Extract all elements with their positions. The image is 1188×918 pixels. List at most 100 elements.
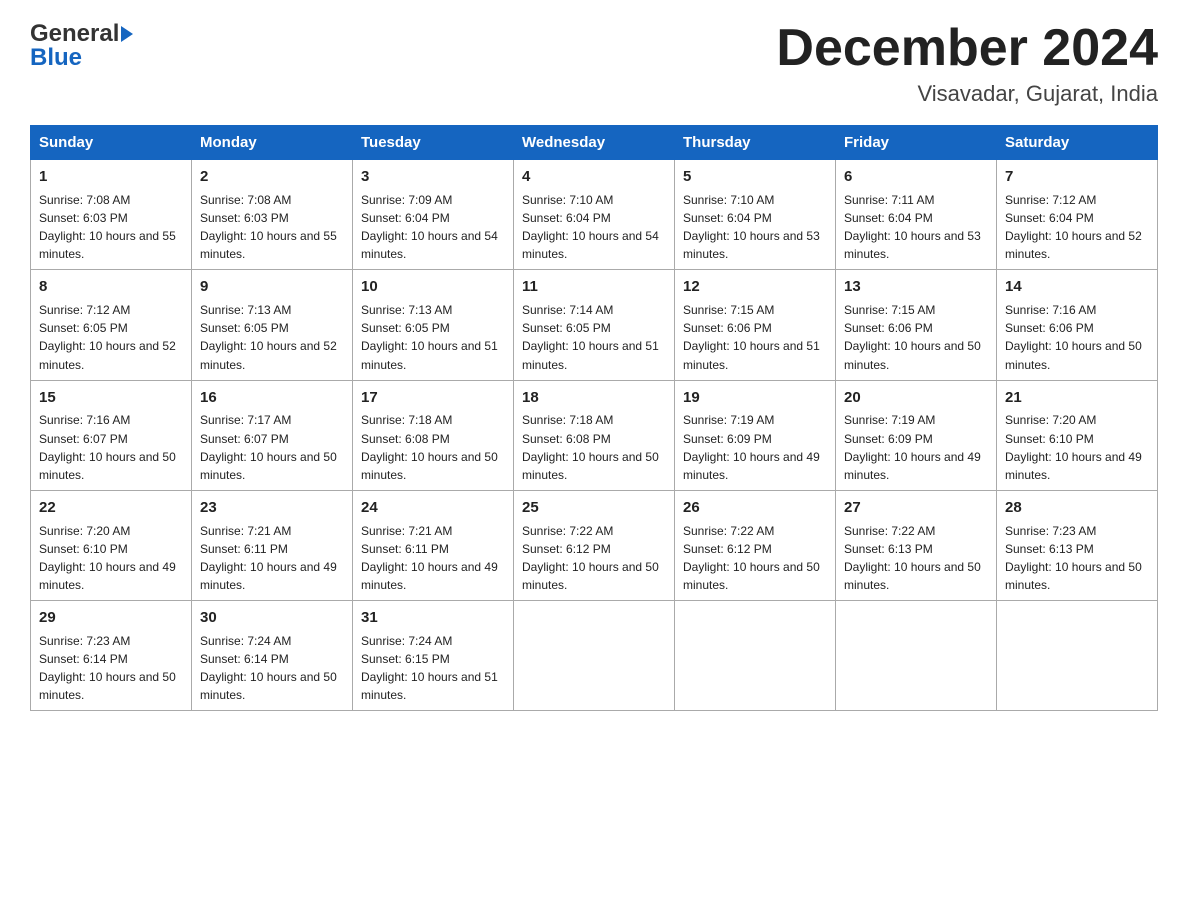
day-number: 15 xyxy=(39,387,183,409)
calendar-header: SundayMondayTuesdayWednesdayThursdayFrid… xyxy=(31,126,1158,160)
day-info: Sunrise: 7:20 AMSunset: 6:10 PMDaylight:… xyxy=(39,524,176,592)
day-info: Sunrise: 7:19 AMSunset: 6:09 PMDaylight:… xyxy=(844,413,981,481)
calendar-week-5: 29 Sunrise: 7:23 AMSunset: 6:14 PMDaylig… xyxy=(31,601,1158,711)
calendar-cell: 29 Sunrise: 7:23 AMSunset: 6:14 PMDaylig… xyxy=(31,601,192,711)
calendar-cell: 14 Sunrise: 7:16 AMSunset: 6:06 PMDaylig… xyxy=(997,270,1158,380)
day-info: Sunrise: 7:08 AMSunset: 6:03 PMDaylight:… xyxy=(39,193,176,261)
calendar-week-4: 22 Sunrise: 7:20 AMSunset: 6:10 PMDaylig… xyxy=(31,490,1158,600)
day-info: Sunrise: 7:24 AMSunset: 6:14 PMDaylight:… xyxy=(200,634,337,702)
day-number: 19 xyxy=(683,387,827,409)
header-cell-wednesday: Wednesday xyxy=(514,126,675,160)
header-cell-tuesday: Tuesday xyxy=(353,126,514,160)
calendar-cell: 17 Sunrise: 7:18 AMSunset: 6:08 PMDaylig… xyxy=(353,380,514,490)
day-info: Sunrise: 7:12 AMSunset: 6:04 PMDaylight:… xyxy=(1005,193,1142,261)
month-title: December 2024 xyxy=(776,20,1158,77)
day-info: Sunrise: 7:13 AMSunset: 6:05 PMDaylight:… xyxy=(200,303,337,371)
calendar-cell: 31 Sunrise: 7:24 AMSunset: 6:15 PMDaylig… xyxy=(353,601,514,711)
day-info: Sunrise: 7:20 AMSunset: 6:10 PMDaylight:… xyxy=(1005,413,1142,481)
calendar-cell: 6 Sunrise: 7:11 AMSunset: 6:04 PMDayligh… xyxy=(836,160,997,270)
day-info: Sunrise: 7:08 AMSunset: 6:03 PMDaylight:… xyxy=(200,193,337,261)
day-number: 24 xyxy=(361,497,505,519)
calendar-cell: 13 Sunrise: 7:15 AMSunset: 6:06 PMDaylig… xyxy=(836,270,997,380)
day-info: Sunrise: 7:23 AMSunset: 6:13 PMDaylight:… xyxy=(1005,524,1142,592)
calendar-cell xyxy=(514,601,675,711)
day-info: Sunrise: 7:24 AMSunset: 6:15 PMDaylight:… xyxy=(361,634,498,702)
day-number: 28 xyxy=(1005,497,1149,519)
calendar-cell: 5 Sunrise: 7:10 AMSunset: 6:04 PMDayligh… xyxy=(675,160,836,270)
page-header: General Blue December 2024 Visavadar, Gu… xyxy=(30,20,1158,107)
day-number: 8 xyxy=(39,276,183,298)
header-row: SundayMondayTuesdayWednesdayThursdayFrid… xyxy=(31,126,1158,160)
day-number: 13 xyxy=(844,276,988,298)
day-number: 18 xyxy=(522,387,666,409)
day-info: Sunrise: 7:10 AMSunset: 6:04 PMDaylight:… xyxy=(683,193,820,261)
day-number: 22 xyxy=(39,497,183,519)
day-number: 17 xyxy=(361,387,505,409)
day-info: Sunrise: 7:11 AMSunset: 6:04 PMDaylight:… xyxy=(844,193,981,261)
calendar-table: SundayMondayTuesdayWednesdayThursdayFrid… xyxy=(30,125,1158,711)
header-cell-monday: Monday xyxy=(192,126,353,160)
day-number: 3 xyxy=(361,166,505,188)
calendar-cell: 4 Sunrise: 7:10 AMSunset: 6:04 PMDayligh… xyxy=(514,160,675,270)
day-info: Sunrise: 7:21 AMSunset: 6:11 PMDaylight:… xyxy=(361,524,498,592)
calendar-cell: 23 Sunrise: 7:21 AMSunset: 6:11 PMDaylig… xyxy=(192,490,353,600)
day-info: Sunrise: 7:12 AMSunset: 6:05 PMDaylight:… xyxy=(39,303,176,371)
header-cell-friday: Friday xyxy=(836,126,997,160)
day-number: 14 xyxy=(1005,276,1149,298)
calendar-cell: 20 Sunrise: 7:19 AMSunset: 6:09 PMDaylig… xyxy=(836,380,997,490)
logo: General Blue xyxy=(30,20,135,72)
day-info: Sunrise: 7:10 AMSunset: 6:04 PMDaylight:… xyxy=(522,193,659,261)
calendar-cell: 19 Sunrise: 7:19 AMSunset: 6:09 PMDaylig… xyxy=(675,380,836,490)
calendar-cell: 15 Sunrise: 7:16 AMSunset: 6:07 PMDaylig… xyxy=(31,380,192,490)
day-number: 23 xyxy=(200,497,344,519)
day-info: Sunrise: 7:22 AMSunset: 6:12 PMDaylight:… xyxy=(683,524,820,592)
logo-arrow-icon xyxy=(121,26,133,42)
day-number: 30 xyxy=(200,607,344,629)
calendar-cell: 9 Sunrise: 7:13 AMSunset: 6:05 PMDayligh… xyxy=(192,270,353,380)
day-number: 11 xyxy=(522,276,666,298)
day-number: 7 xyxy=(1005,166,1149,188)
day-info: Sunrise: 7:23 AMSunset: 6:14 PMDaylight:… xyxy=(39,634,176,702)
day-number: 25 xyxy=(522,497,666,519)
calendar-week-2: 8 Sunrise: 7:12 AMSunset: 6:05 PMDayligh… xyxy=(31,270,1158,380)
day-info: Sunrise: 7:13 AMSunset: 6:05 PMDaylight:… xyxy=(361,303,498,371)
day-info: Sunrise: 7:21 AMSunset: 6:11 PMDaylight:… xyxy=(200,524,337,592)
day-number: 16 xyxy=(200,387,344,409)
calendar-cell: 8 Sunrise: 7:12 AMSunset: 6:05 PMDayligh… xyxy=(31,270,192,380)
calendar-cell xyxy=(836,601,997,711)
day-number: 9 xyxy=(200,276,344,298)
calendar-cell: 24 Sunrise: 7:21 AMSunset: 6:11 PMDaylig… xyxy=(353,490,514,600)
header-cell-sunday: Sunday xyxy=(31,126,192,160)
calendar-week-3: 15 Sunrise: 7:16 AMSunset: 6:07 PMDaylig… xyxy=(31,380,1158,490)
day-number: 27 xyxy=(844,497,988,519)
day-number: 5 xyxy=(683,166,827,188)
day-number: 26 xyxy=(683,497,827,519)
calendar-cell: 18 Sunrise: 7:18 AMSunset: 6:08 PMDaylig… xyxy=(514,380,675,490)
logo-blue-text: Blue xyxy=(30,44,82,72)
day-info: Sunrise: 7:22 AMSunset: 6:13 PMDaylight:… xyxy=(844,524,981,592)
calendar-cell xyxy=(997,601,1158,711)
calendar-cell: 12 Sunrise: 7:15 AMSunset: 6:06 PMDaylig… xyxy=(675,270,836,380)
calendar-body: 1 Sunrise: 7:08 AMSunset: 6:03 PMDayligh… xyxy=(31,160,1158,711)
day-number: 1 xyxy=(39,166,183,188)
calendar-cell: 22 Sunrise: 7:20 AMSunset: 6:10 PMDaylig… xyxy=(31,490,192,600)
day-info: Sunrise: 7:15 AMSunset: 6:06 PMDaylight:… xyxy=(844,303,981,371)
day-number: 29 xyxy=(39,607,183,629)
calendar-cell: 10 Sunrise: 7:13 AMSunset: 6:05 PMDaylig… xyxy=(353,270,514,380)
calendar-cell: 30 Sunrise: 7:24 AMSunset: 6:14 PMDaylig… xyxy=(192,601,353,711)
calendar-cell: 21 Sunrise: 7:20 AMSunset: 6:10 PMDaylig… xyxy=(997,380,1158,490)
calendar-cell: 11 Sunrise: 7:14 AMSunset: 6:05 PMDaylig… xyxy=(514,270,675,380)
header-cell-thursday: Thursday xyxy=(675,126,836,160)
day-number: 20 xyxy=(844,387,988,409)
calendar-week-1: 1 Sunrise: 7:08 AMSunset: 6:03 PMDayligh… xyxy=(31,160,1158,270)
calendar-cell: 2 Sunrise: 7:08 AMSunset: 6:03 PMDayligh… xyxy=(192,160,353,270)
day-info: Sunrise: 7:22 AMSunset: 6:12 PMDaylight:… xyxy=(522,524,659,592)
calendar-cell: 16 Sunrise: 7:17 AMSunset: 6:07 PMDaylig… xyxy=(192,380,353,490)
day-info: Sunrise: 7:18 AMSunset: 6:08 PMDaylight:… xyxy=(361,413,498,481)
calendar-cell: 26 Sunrise: 7:22 AMSunset: 6:12 PMDaylig… xyxy=(675,490,836,600)
calendar-cell xyxy=(675,601,836,711)
calendar-cell: 27 Sunrise: 7:22 AMSunset: 6:13 PMDaylig… xyxy=(836,490,997,600)
day-number: 31 xyxy=(361,607,505,629)
calendar-cell: 28 Sunrise: 7:23 AMSunset: 6:13 PMDaylig… xyxy=(997,490,1158,600)
day-number: 12 xyxy=(683,276,827,298)
